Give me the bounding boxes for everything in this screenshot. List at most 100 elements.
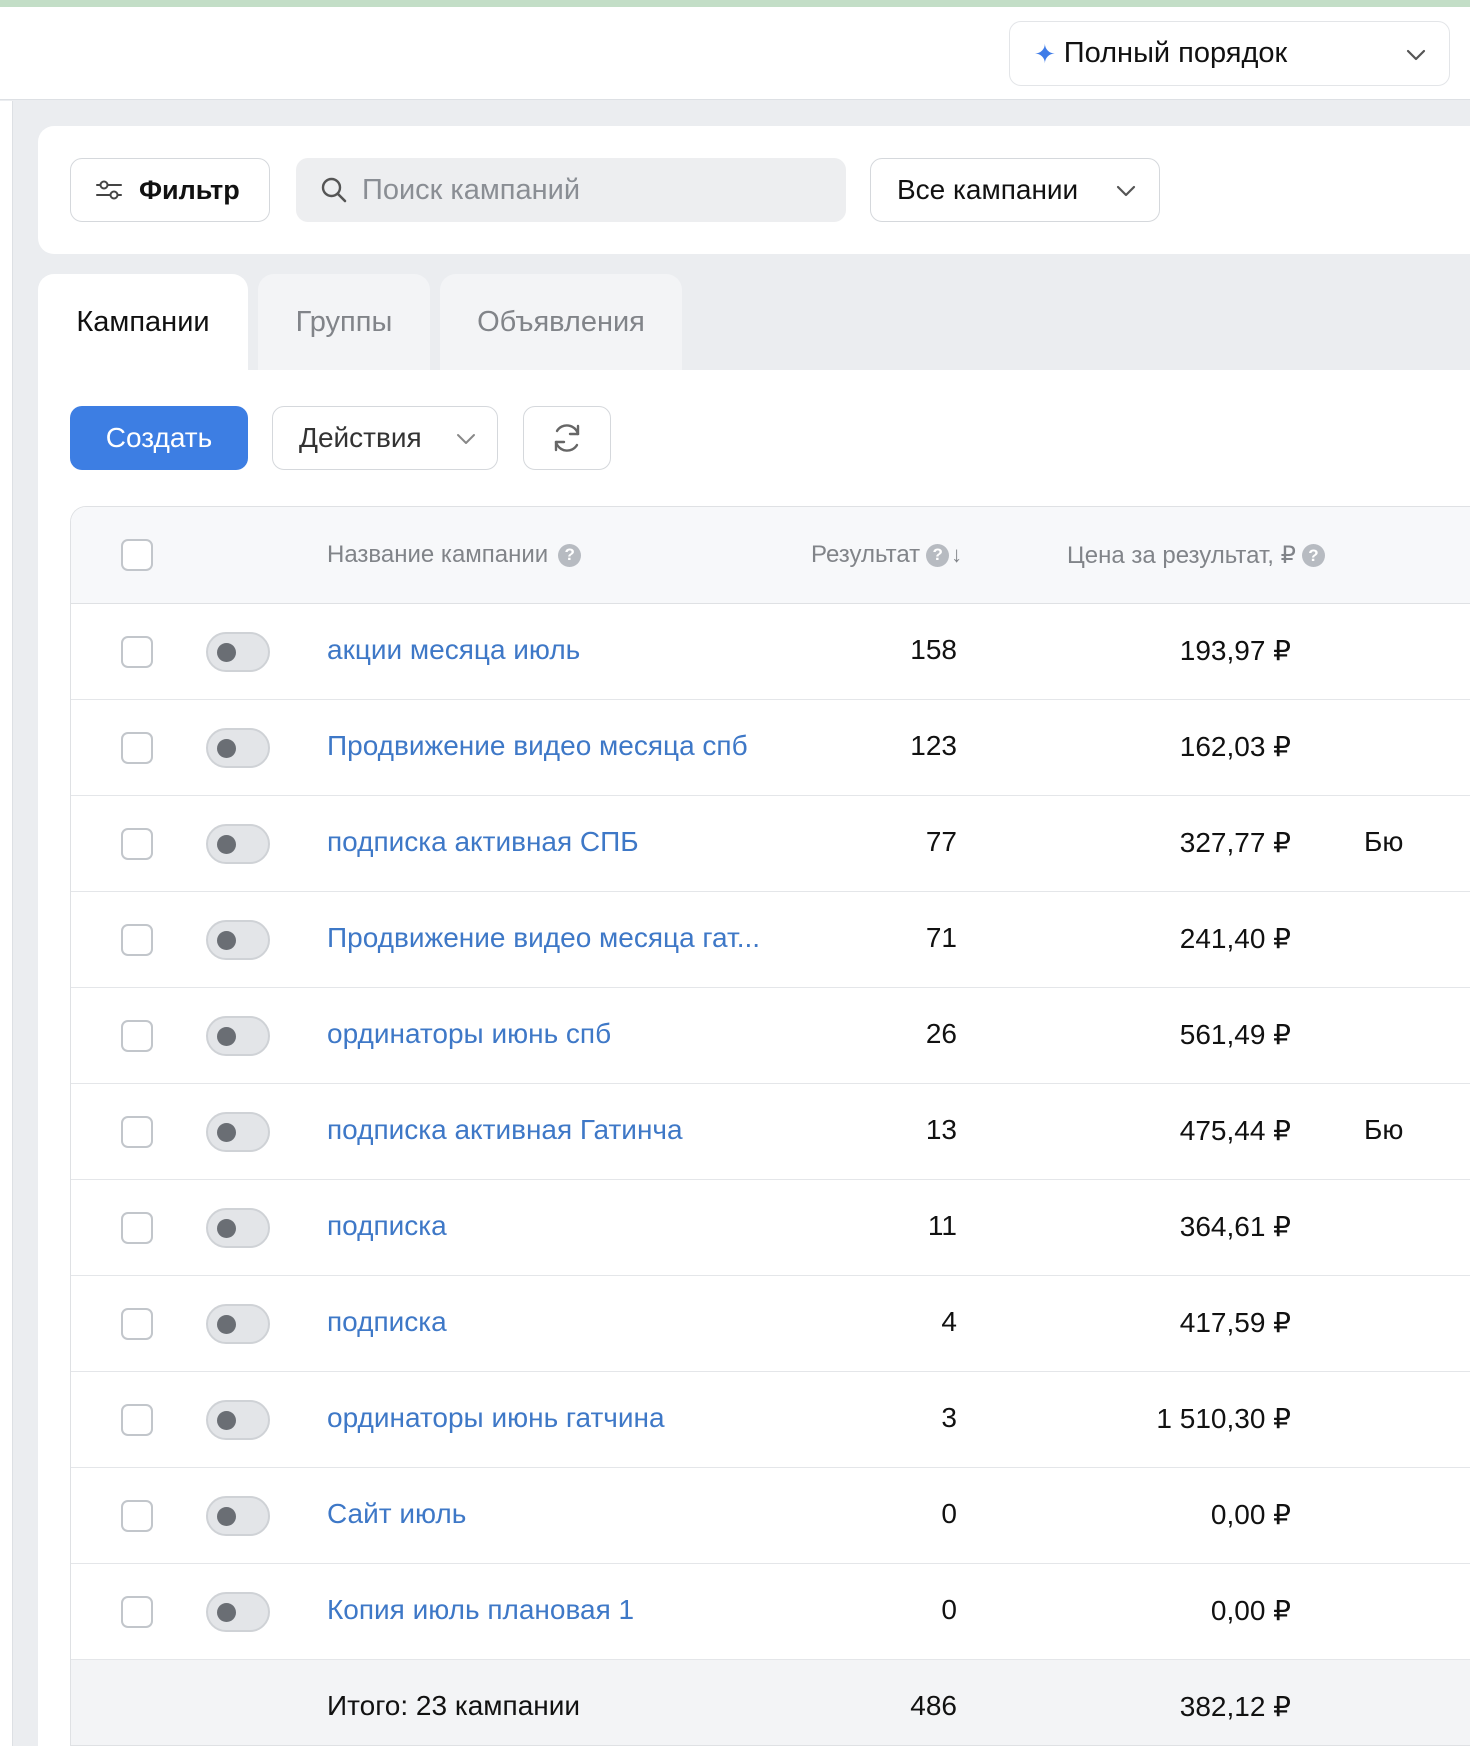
row-checkbox[interactable] [121, 1116, 153, 1148]
campaign-name-link[interactable]: подписка [327, 1306, 447, 1338]
totals-price: 382,12 ₽ [1179, 1691, 1291, 1722]
filter-bar: Фильтр Все кампании [38, 126, 1470, 254]
actions-button[interactable]: Действия [272, 406, 498, 470]
column-header-name-label: Название кампании [327, 541, 549, 568]
campaign-result: 13 [925, 1114, 957, 1145]
campaign-extra-cell: Бю [1364, 1114, 1404, 1145]
campaign-status-toggle[interactable] [206, 1304, 270, 1344]
campaign-name-link[interactable]: подписка активная СПБ [327, 826, 639, 858]
column-header-result-label: Результат [811, 541, 921, 568]
campaign-status-toggle[interactable] [206, 1208, 270, 1248]
campaign-result: 123 [910, 730, 957, 761]
totals-label: Итого: 23 кампании [327, 1690, 581, 1721]
chevron-down-icon [1116, 185, 1136, 197]
campaign-name-link[interactable]: Продвижение видео месяца гат... [327, 922, 760, 954]
table-row: подписка активная СПБ 77 327,77 ₽ Бю [71, 796, 1470, 892]
row-checkbox[interactable] [121, 924, 153, 956]
campaign-status-toggle[interactable] [206, 1496, 270, 1536]
campaign-extra-cell: Бю [1364, 826, 1404, 857]
tab-ads[interactable]: Объявления [440, 274, 682, 370]
campaign-name-link[interactable]: Копия июль плановая 1 [327, 1594, 634, 1626]
create-button[interactable]: Создать [70, 406, 248, 470]
campaign-price: 475,44 ₽ [1179, 1115, 1291, 1146]
campaign-price: 0,00 ₽ [1210, 1595, 1291, 1626]
campaign-status-toggle[interactable] [206, 1016, 270, 1056]
table-row: Копия июль плановая 1 0 0,00 ₽ [71, 1564, 1470, 1660]
toggle-knob [217, 1219, 236, 1238]
table-row: подписка активная Гатинча 13 475,44 ₽ Бю [71, 1084, 1470, 1180]
campaign-result: 0 [941, 1594, 957, 1625]
actions-button-label: Действия [299, 422, 422, 453]
campaign-price: 162,03 ₽ [1179, 731, 1291, 762]
column-header-result[interactable]: Результат ? ↓ [811, 541, 962, 569]
toggle-knob [217, 1603, 236, 1622]
campaign-status-toggle[interactable] [206, 632, 270, 672]
table-row: акции месяца июль 158 193,97 ₽ [71, 604, 1470, 700]
campaign-status-toggle[interactable] [206, 920, 270, 960]
campaign-name-link[interactable]: подписка активная Гатинча [327, 1114, 683, 1146]
search-box [296, 158, 846, 222]
campaign-price: 327,77 ₽ [1179, 827, 1291, 858]
campaign-price: 1 510,30 ₽ [1156, 1403, 1291, 1434]
chevron-down-icon [1406, 49, 1426, 61]
sort-descending-icon: ↓ [951, 542, 963, 567]
search-icon [321, 177, 347, 203]
tab-campaigns[interactable]: Кампании [38, 274, 248, 370]
table-row: ординаторы июнь гатчина 3 1 510,30 ₽ [71, 1372, 1470, 1468]
campaign-price: 364,61 ₽ [1179, 1211, 1291, 1242]
toggle-knob [217, 1123, 236, 1142]
row-checkbox[interactable] [121, 732, 153, 764]
help-icon[interactable]: ? [558, 543, 582, 567]
campaign-price: 241,40 ₽ [1179, 923, 1291, 954]
row-checkbox[interactable] [121, 1596, 153, 1628]
campaigns-table: Название кампании ? Результат ? ↓ Цена з… [70, 506, 1470, 1746]
toggle-knob [217, 1315, 236, 1334]
campaign-status-toggle[interactable] [206, 824, 270, 864]
sliders-icon [96, 180, 122, 200]
row-checkbox[interactable] [121, 1212, 153, 1244]
column-header-name[interactable]: Название кампании ? [327, 541, 582, 569]
help-icon[interactable]: ? [1301, 544, 1325, 567]
help-icon[interactable]: ? [926, 543, 950, 567]
tab-groups[interactable]: Группы [258, 274, 430, 370]
campaigns-panel: Создать Действия Название кампании ? Рез… [38, 370, 1470, 1746]
table-row: Продвижение видео месяца спб 123 162,03 ₽ [71, 700, 1470, 796]
select-all-checkbox[interactable] [121, 539, 153, 571]
table-row: Продвижение видео месяца гат... 71 241,40 … [71, 892, 1470, 988]
campaign-scope-label: Все кампании [897, 174, 1079, 205]
campaign-result: 4 [941, 1306, 957, 1337]
refresh-button[interactable] [523, 406, 611, 470]
filter-button-label: Фильтр [139, 174, 240, 205]
column-header-price[interactable]: Цена за результат, ₽ ? [1067, 541, 1325, 570]
row-checkbox[interactable] [121, 1308, 153, 1340]
campaign-price: 417,59 ₽ [1179, 1307, 1291, 1338]
table-row: подписка 11 364,61 ₽ [71, 1180, 1470, 1276]
filter-button[interactable]: Фильтр [70, 158, 270, 222]
table-row: подписка 4 417,59 ₽ [71, 1276, 1470, 1372]
campaign-name-link[interactable]: ординаторы июнь спб [327, 1018, 611, 1050]
campaign-result: 3 [941, 1402, 957, 1433]
campaign-name-link[interactable]: ординаторы июнь гатчина [327, 1402, 665, 1434]
chevron-down-icon [457, 434, 475, 444]
row-checkbox[interactable] [121, 1500, 153, 1532]
toggle-knob [217, 1411, 236, 1430]
campaign-status-toggle[interactable] [206, 728, 270, 768]
campaign-price: 193,97 ₽ [1179, 635, 1291, 666]
row-checkbox[interactable] [121, 1404, 153, 1436]
search-input[interactable] [362, 173, 822, 207]
campaign-status-toggle[interactable] [206, 1400, 270, 1440]
campaign-status-toggle[interactable] [206, 1592, 270, 1632]
order-select[interactable]: ✦ Полный порядок [1009, 21, 1450, 86]
row-checkbox[interactable] [121, 828, 153, 860]
campaign-name-link[interactable]: Продвижение видео месяца спб [327, 730, 748, 762]
row-checkbox[interactable] [121, 1020, 153, 1052]
toggle-knob [217, 931, 236, 950]
campaign-name-link[interactable]: Сайт июль [327, 1498, 466, 1530]
campaign-status-toggle[interactable] [206, 1112, 270, 1152]
row-checkbox[interactable] [121, 636, 153, 668]
campaign-name-link[interactable]: подписка [327, 1210, 447, 1242]
campaign-scope-select[interactable]: Все кампании [870, 158, 1160, 222]
campaign-name-link[interactable]: акции месяца июль [327, 634, 580, 666]
campaign-price: 561,49 ₽ [1179, 1019, 1291, 1050]
campaign-result: 11 [927, 1210, 957, 1241]
